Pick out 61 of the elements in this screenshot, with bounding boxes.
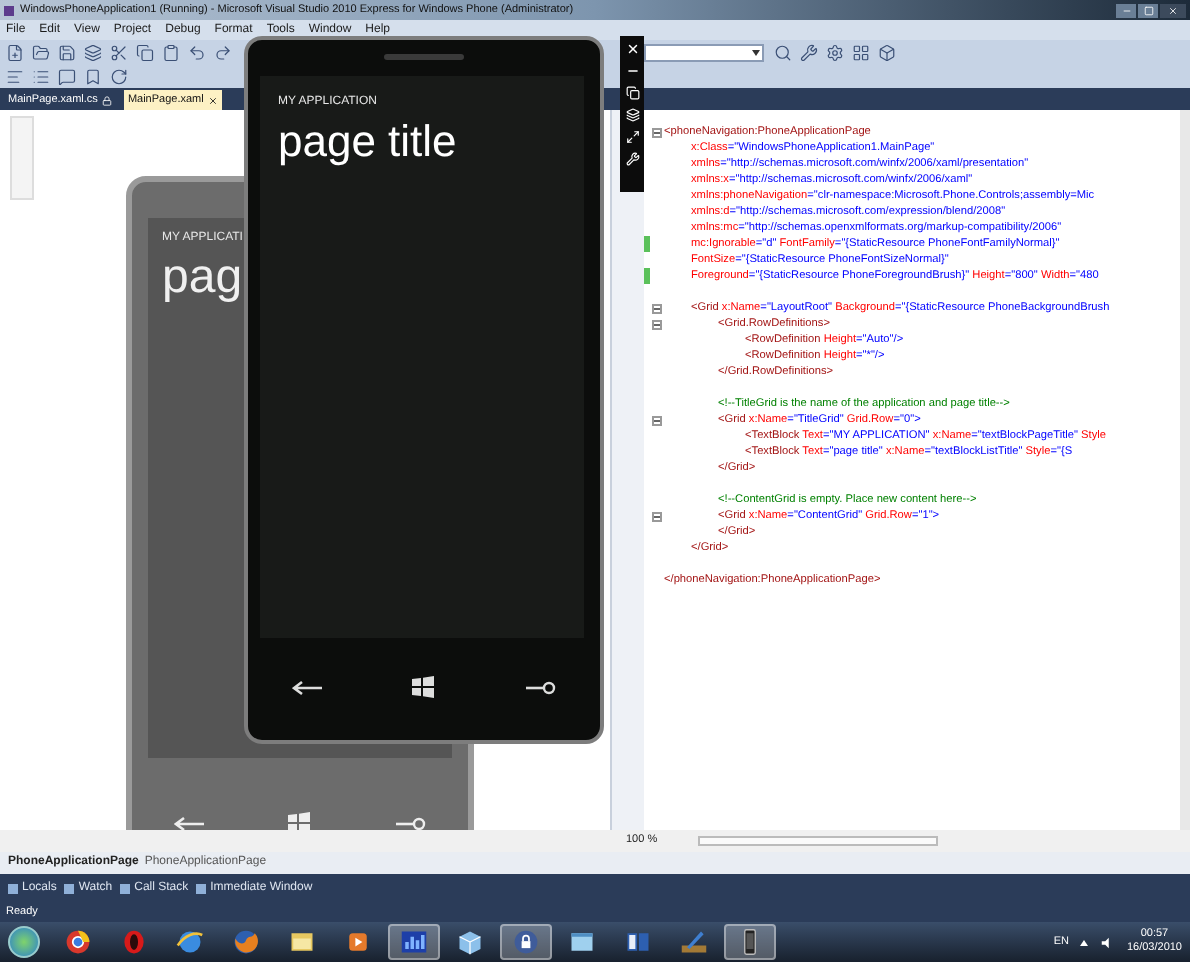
search-icon[interactable] [523, 679, 556, 695]
pen-icon [680, 928, 708, 956]
close-button[interactable] [1160, 3, 1186, 17]
settings-icon[interactable] [826, 43, 844, 61]
folder-icon[interactable] [32, 43, 50, 61]
book-icon [624, 928, 652, 956]
tray-arrow-icon[interactable] [1080, 939, 1089, 945]
fold-icon[interactable] [651, 511, 661, 521]
app-icon [4, 5, 14, 15]
layers-icon[interactable] [625, 108, 639, 122]
window-icon [196, 884, 207, 894]
start-button[interactable] [8, 926, 40, 958]
minimize-button[interactable] [1116, 3, 1136, 17]
restore-button[interactable] [1138, 3, 1158, 17]
speaker-slot [384, 54, 464, 60]
clipboard-icon[interactable] [162, 43, 180, 61]
speaker-icon[interactable] [1100, 935, 1115, 949]
ring-icon [120, 928, 148, 956]
bookmark-icon[interactable] [84, 67, 102, 85]
window-icon [8, 884, 18, 894]
comment-icon[interactable] [58, 67, 76, 85]
taskbar-button[interactable] [500, 924, 552, 960]
copy-icon[interactable] [625, 86, 639, 100]
lock-icon [101, 95, 112, 105]
horizontal-scrollbar[interactable] [697, 836, 938, 846]
scrollbar[interactable] [1180, 110, 1190, 830]
fold-icon[interactable] [651, 127, 661, 137]
align-icon[interactable] [6, 67, 24, 85]
page-title: pag [162, 248, 245, 308]
globe-icon [232, 928, 260, 956]
minimize-icon[interactable] [625, 64, 639, 78]
globe-icon [176, 928, 204, 956]
window-icon [120, 884, 131, 894]
window-icon [64, 884, 75, 894]
grid-icon[interactable] [852, 43, 870, 61]
lock-icon [512, 928, 540, 956]
page-title: page title [278, 114, 459, 170]
scissors-icon[interactable] [110, 43, 128, 61]
ruler-panel [10, 116, 34, 200]
redo-icon[interactable] [214, 43, 232, 61]
windows-logo-icon[interactable] [412, 676, 435, 698]
expand-icon[interactable] [625, 130, 639, 144]
back-arrow-icon[interactable] [292, 679, 325, 695]
taskbar-button[interactable] [724, 924, 776, 960]
chart-icon [400, 928, 428, 956]
fold-icon[interactable] [651, 303, 661, 313]
minimize-icon [1121, 5, 1131, 15]
refresh-icon[interactable] [110, 67, 128, 85]
cube-icon [456, 928, 484, 956]
play-icon [344, 928, 372, 956]
new-file-icon[interactable] [6, 43, 24, 61]
fold-icon[interactable] [651, 319, 661, 329]
list-icon[interactable] [32, 67, 50, 85]
window-icon [568, 928, 596, 956]
save-icon[interactable] [58, 43, 76, 61]
ring-icon [64, 928, 92, 956]
undo-icon[interactable] [188, 43, 206, 61]
folder-icon [288, 928, 316, 956]
box-icon[interactable] [878, 43, 896, 61]
fold-icon[interactable] [651, 415, 661, 425]
restore-icon [1143, 5, 1153, 15]
